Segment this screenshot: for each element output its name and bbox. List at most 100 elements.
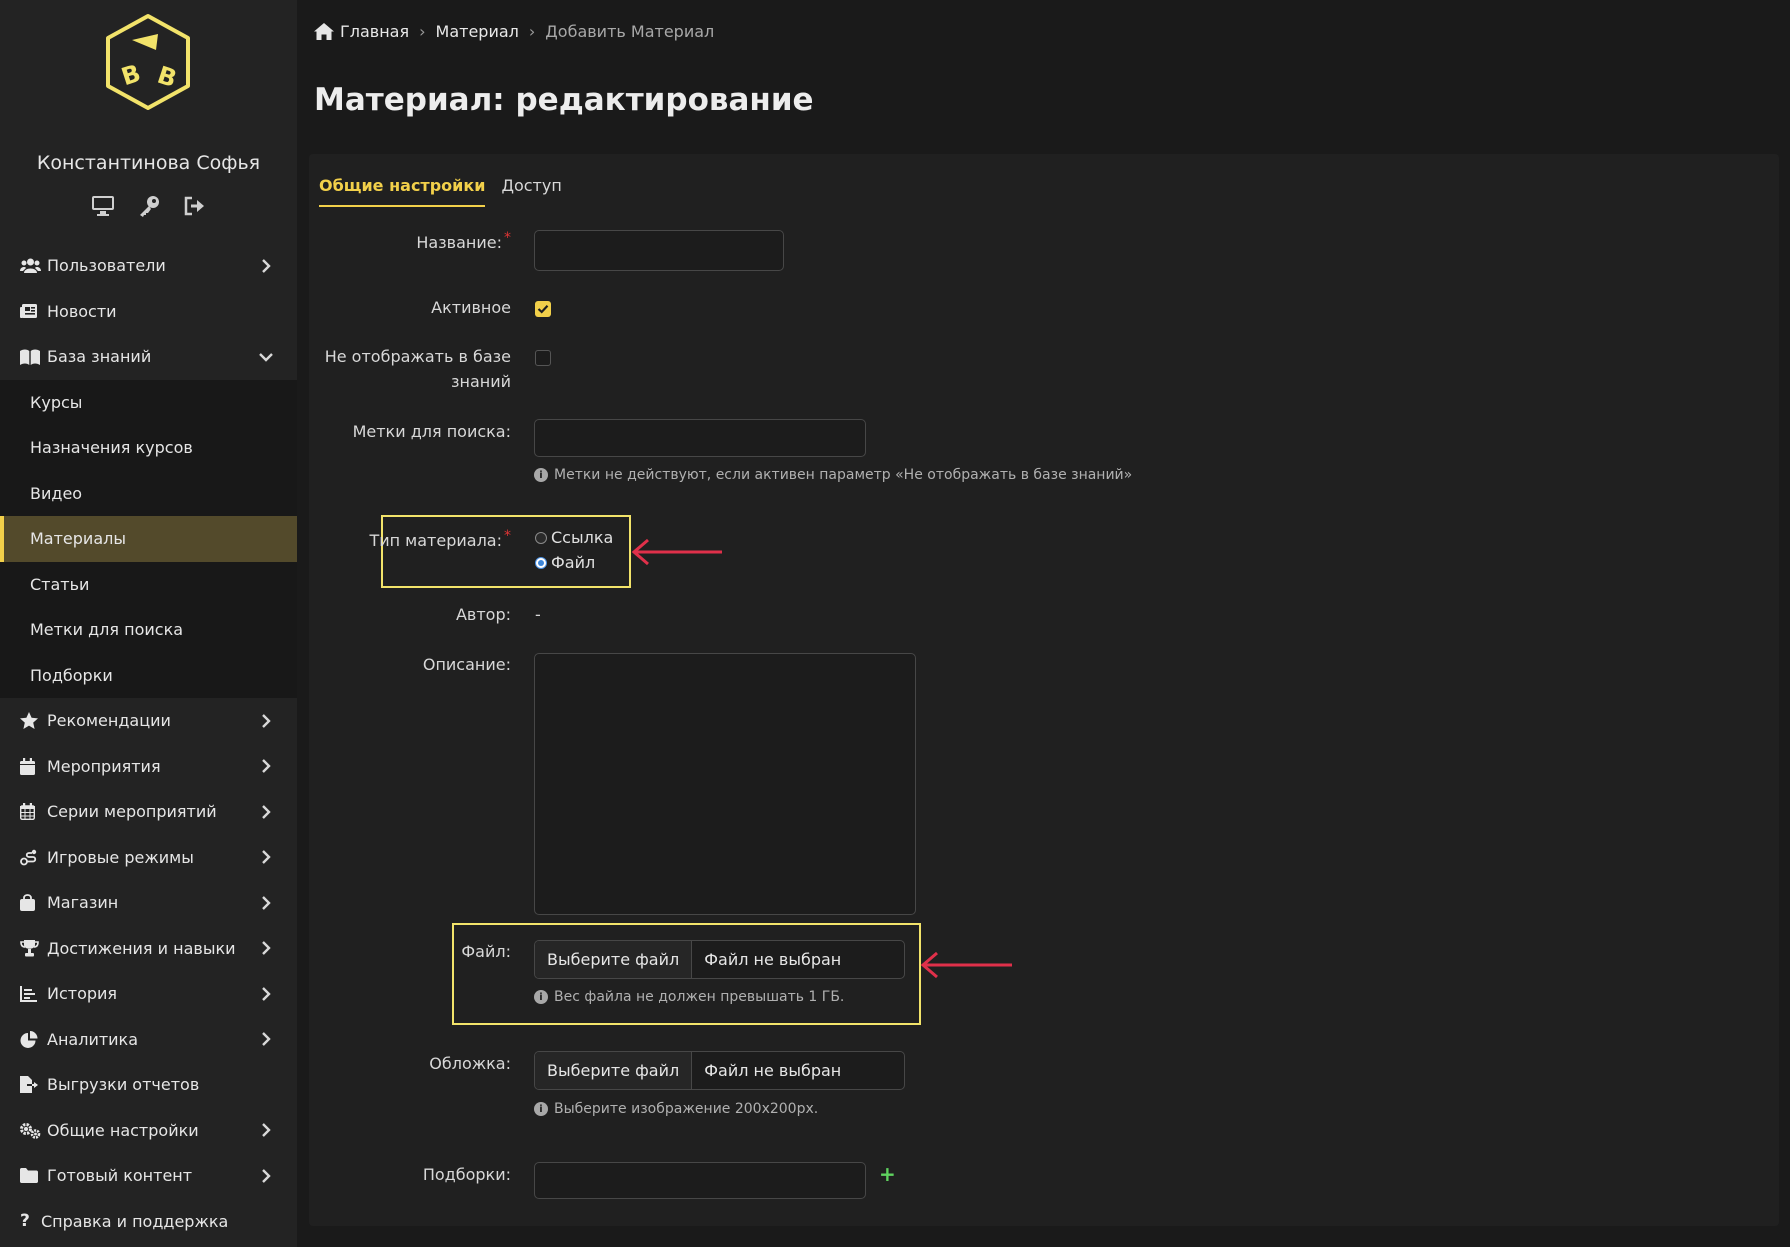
submenu-item-course-assignments[interactable]: Назначения курсов — [0, 425, 297, 471]
collections-input[interactable] — [534, 1162, 866, 1199]
submenu-item-video[interactable]: Видео — [0, 471, 297, 517]
sidebar-item-label: Пользователи — [47, 256, 166, 276]
info-icon: i — [534, 990, 548, 1004]
sidebar-item-recommendations[interactable]: Рекомендации — [0, 698, 297, 744]
chevron-right-icon — [262, 895, 271, 910]
material-type-option-file[interactable]: Файл — [535, 553, 595, 572]
material-type-option-link[interactable]: Ссылка — [535, 528, 613, 547]
chevron-right-icon — [262, 258, 271, 273]
folder-icon — [20, 1167, 42, 1185]
cover-choose-button[interactable]: Выберите файл — [535, 1052, 693, 1089]
author-value: - — [535, 605, 541, 624]
active-label: Активное — [431, 298, 511, 317]
submenu-item-articles[interactable]: Статьи — [0, 562, 297, 608]
chevron-right-icon — [262, 1168, 271, 1183]
sidebar-item-report-exports[interactable]: Выгрузки отчетов — [0, 1062, 297, 1108]
breadcrumb-home[interactable]: Главная — [340, 22, 409, 41]
sidebar-item-analytics[interactable]: Аналитика — [0, 1017, 297, 1063]
radio-file[interactable] — [535, 556, 547, 569]
sidebar-item-events[interactable]: Мероприятия — [0, 744, 297, 790]
knowledge-base-submenu: Курсы Назначения курсов Видео Материалы … — [0, 379, 297, 699]
sidebar-item-event-series[interactable]: Серии мероприятий — [0, 789, 297, 835]
sidebar-item-news[interactable]: Новости — [0, 289, 297, 335]
page-title: Материал: редактирование — [314, 82, 814, 118]
description-textarea[interactable] — [534, 653, 916, 915]
search-tags-label: Метки для поиска: — [352, 422, 511, 441]
sidebar-item-label: Достижения и навыки — [47, 938, 236, 958]
breadcrumb: Главная › Материал › Добавить Материал — [314, 22, 714, 41]
breadcrumb-section[interactable]: Материал — [436, 22, 519, 41]
sidebar-item-label: Готовый контент — [47, 1166, 193, 1186]
radio-link[interactable] — [535, 531, 547, 544]
sidebar-item-help-support[interactable]: ? Справка и поддержка — [0, 1199, 297, 1245]
hide-in-kb-label: Не отображать в базе знаний — [325, 344, 511, 394]
submenu-item-label: Назначения курсов — [30, 438, 193, 458]
book-icon — [20, 348, 42, 366]
file-choose-button[interactable]: Выберите файл — [535, 941, 693, 978]
svg-text:B: B — [154, 61, 180, 93]
material-type-label: Тип материала: * — [369, 528, 511, 553]
submenu-item-label: Подборки — [30, 665, 113, 685]
calendar-icon — [20, 757, 42, 775]
check-icon — [537, 305, 549, 314]
tabs: Общие настройки Доступ — [319, 176, 562, 207]
submenu-item-label: Статьи — [30, 574, 90, 594]
sidebar-item-history[interactable]: История — [0, 971, 297, 1017]
sidebar-item-game-modes[interactable]: Игровые режимы — [0, 835, 297, 881]
chevron-right-icon — [262, 759, 271, 774]
sidebar-item-users[interactable]: Пользователи — [0, 243, 297, 289]
search-tags-hint-text: Метки не действуют, если активен парамет… — [554, 467, 1133, 483]
search-tags-hint: i Метки не действуют, если активен парам… — [534, 467, 1132, 483]
sidebar-item-knowledge-base[interactable]: База знаний — [0, 334, 297, 380]
sidebar-item-label: Справка и поддержка — [41, 1211, 229, 1231]
chevron-right-icon — [262, 1123, 271, 1138]
sidebar-item-shop[interactable]: Магазин — [0, 880, 297, 926]
star-icon — [20, 712, 42, 730]
submenu-item-materials[interactable]: Материалы — [0, 516, 297, 562]
sidebar-item-ready-content[interactable]: Готовый контент — [0, 1153, 297, 1199]
chevron-right-icon — [262, 1032, 271, 1047]
users-icon — [20, 257, 42, 275]
home-icon[interactable] — [314, 23, 334, 40]
name-label: Название: * — [416, 230, 511, 255]
sidebar-item-achievements[interactable]: Достижения и навыки — [0, 926, 297, 972]
sidebar-item-general-settings[interactable]: Общие настройки — [0, 1108, 297, 1154]
breadcrumb-current: Добавить Материал — [545, 22, 715, 41]
required-mark: * — [504, 230, 511, 246]
sidebar-menu: Пользователи Новости База знаний Курсы Н… — [0, 243, 297, 1244]
file-hint: i Вес файла не должен превышать 1 ГБ. — [534, 989, 844, 1005]
logout-icon[interactable] — [181, 192, 209, 220]
collections-label: Подборки: — [422, 1165, 511, 1184]
cover-hint: i Выберите изображение 200x200px. — [534, 1101, 818, 1117]
arrow-left-icon — [920, 951, 1012, 979]
sidebar-item-label: Новости — [47, 301, 117, 321]
sidebar-item-label: Аналитика — [47, 1029, 139, 1049]
tab-general-settings[interactable]: Общие настройки — [319, 176, 486, 207]
active-checkbox[interactable] — [535, 301, 551, 317]
radio-link-label: Ссылка — [551, 528, 614, 547]
monitor-icon[interactable] — [89, 192, 117, 220]
key-icon[interactable] — [135, 192, 163, 220]
svg-text:B: B — [118, 59, 144, 91]
submenu-item-collections[interactable]: Подборки — [0, 653, 297, 699]
submenu-item-label: Материалы — [30, 529, 126, 549]
add-collection-button[interactable]: + — [879, 1162, 896, 1186]
file-status: Файл не выбран — [704, 950, 842, 969]
route-icon — [20, 848, 42, 866]
search-tags-input[interactable] — [534, 419, 866, 457]
hide-in-kb-label-line2: знаний — [450, 372, 511, 391]
file-export-icon — [20, 1076, 42, 1094]
tab-access[interactable]: Доступ — [501, 176, 561, 207]
bag-icon — [20, 894, 42, 912]
form-panel: Общие настройки Доступ — [309, 154, 1779, 1226]
file-input[interactable]: Выберите файл Файл не выбран — [534, 940, 905, 979]
description-label: Описание: — [422, 655, 511, 674]
name-input[interactable] — [534, 230, 784, 271]
required-mark: * — [504, 528, 511, 544]
chevron-right-icon — [262, 986, 271, 1001]
submenu-item-search-tags[interactable]: Метки для поиска — [0, 607, 297, 653]
newspaper-icon — [20, 302, 42, 320]
cover-input[interactable]: Выберите файл Файл не выбран — [534, 1051, 905, 1090]
submenu-item-courses[interactable]: Курсы — [0, 380, 297, 426]
hide-in-kb-checkbox[interactable] — [535, 350, 551, 366]
